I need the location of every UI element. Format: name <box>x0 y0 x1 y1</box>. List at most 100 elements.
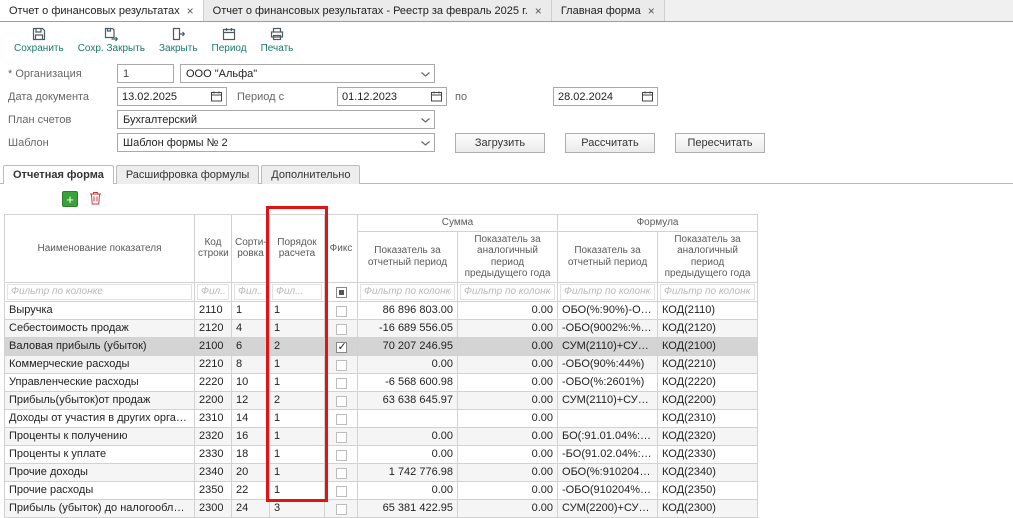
column-header-sum-previous[interactable]: Показатель за аналогичный период предыду… <box>458 231 558 282</box>
fix-checkbox[interactable] <box>336 504 347 515</box>
cell-name[interactable]: Выручка <box>5 301 195 319</box>
cell-order[interactable]: 1 <box>270 481 325 499</box>
table-row[interactable]: Валовая прибыль (убыток) 2100 6 2 70 207… <box>5 337 758 355</box>
filter-formula-previous-input[interactable] <box>660 284 755 300</box>
cell-sum-previous[interactable]: 0.00 <box>458 301 558 319</box>
cell-sort[interactable]: 18 <box>232 445 270 463</box>
cell-formula-previous[interactable]: КОД(2200) <box>658 391 758 409</box>
cell-code[interactable]: 2300 <box>195 499 232 517</box>
cell-sum-previous[interactable]: 0.00 <box>458 391 558 409</box>
delete-row-button[interactable] <box>87 191 103 207</box>
column-header-fix[interactable]: Фикс <box>325 215 358 283</box>
cell-order[interactable]: 3 <box>270 499 325 517</box>
cell-name[interactable]: Валовая прибыль (убыток) <box>5 337 195 355</box>
close-icon[interactable]: × <box>187 5 194 17</box>
cell-name[interactable]: Доходы от участия в других организаци... <box>5 409 195 427</box>
tab-formula-decoding[interactable]: Расшифровка формулы <box>116 165 259 184</box>
save-close-button[interactable]: Сохр. Закрыть <box>78 26 145 54</box>
cell-sum-previous[interactable]: 0.00 <box>458 463 558 481</box>
window-tab-registry[interactable]: Отчет о финансовых результатах - Реестр … <box>204 0 552 21</box>
filter-sum-current-input[interactable] <box>360 284 455 300</box>
cell-code[interactable]: 2340 <box>195 463 232 481</box>
window-tab-report[interactable]: Отчет о финансовых результатах × <box>0 0 204 21</box>
cell-formula-current[interactable]: -ОБО(910204%:%)-С... <box>558 481 658 499</box>
period-from-field[interactable] <box>337 87 447 106</box>
cell-code[interactable]: 2100 <box>195 337 232 355</box>
cell-code[interactable]: 2320 <box>195 427 232 445</box>
cell-formula-previous[interactable]: КОД(2220) <box>658 373 758 391</box>
cell-formula-current[interactable]: СУМ(2110)+СУМ(21... <box>558 337 658 355</box>
cell-sort[interactable]: 6 <box>232 337 270 355</box>
cell-sum-previous[interactable]: 0.00 <box>458 319 558 337</box>
filter-sum-previous-input[interactable] <box>460 284 555 300</box>
cell-formula-previous[interactable]: КОД(2110) <box>658 301 758 319</box>
cell-formula-current[interactable]: ОБО(%:910204%)+О... <box>558 463 658 481</box>
fix-checkbox[interactable] <box>336 450 347 461</box>
cell-order[interactable]: 1 <box>270 373 325 391</box>
close-icon[interactable]: × <box>648 5 655 17</box>
tab-additional[interactable]: Дополнительно <box>261 165 360 184</box>
cell-fix[interactable] <box>325 301 358 319</box>
column-header-sum-current[interactable]: Показатель за отчетный период <box>358 231 458 282</box>
table-row[interactable]: Прочие доходы 2340 20 1 1 742 776.98 0.0… <box>5 463 758 481</box>
template-select[interactable]: Шаблон формы № 2 <box>117 133 435 152</box>
tab-report-form[interactable]: Отчетная форма <box>3 165 114 184</box>
period-to-field[interactable] <box>553 87 658 106</box>
cell-order[interactable]: 1 <box>270 409 325 427</box>
cell-formula-current[interactable]: -ОБО(9002%:%)+ОБ... <box>558 319 658 337</box>
fix-checkbox[interactable] <box>336 324 347 335</box>
table-row[interactable]: Проценты к получению 2320 16 1 0.00 0.00… <box>5 427 758 445</box>
cell-formula-previous[interactable]: КОД(2350) <box>658 481 758 499</box>
cell-sum-current[interactable]: -16 689 556.05 <box>358 319 458 337</box>
cell-sum-current[interactable]: -6 568 600.98 <box>358 373 458 391</box>
fix-checkbox[interactable] <box>336 486 347 497</box>
cell-fix[interactable] <box>325 445 358 463</box>
cell-fix[interactable] <box>325 409 358 427</box>
organization-select[interactable]: ООО "Альфа" <box>180 64 435 83</box>
calculate-button[interactable]: Рассчитать <box>565 133 655 153</box>
fix-checkbox[interactable] <box>336 306 347 317</box>
column-header-sort[interactable]: Сорти-ровка <box>232 215 270 283</box>
add-row-button[interactable]: + <box>62 191 78 207</box>
calendar-icon[interactable] <box>638 90 657 103</box>
filter-code-input[interactable] <box>197 284 229 300</box>
cell-formula-previous[interactable]: КОД(2320) <box>658 427 758 445</box>
document-date-input[interactable] <box>118 91 207 103</box>
fix-checkbox[interactable] <box>336 414 347 425</box>
cell-sum-current[interactable]: 65 381 422.95 <box>358 499 458 517</box>
table-row[interactable]: Управленческие расходы 2220 10 1 -6 568 … <box>5 373 758 391</box>
cell-formula-previous[interactable]: КОД(2120) <box>658 319 758 337</box>
cell-code[interactable]: 2210 <box>195 355 232 373</box>
cell-sum-previous[interactable]: 0.00 <box>458 499 558 517</box>
cell-fix[interactable] <box>325 319 358 337</box>
cell-sum-previous[interactable]: 0.00 <box>458 427 558 445</box>
fix-checkbox[interactable] <box>336 360 347 371</box>
cell-formula-previous[interactable]: КОД(2300) <box>658 499 758 517</box>
calendar-icon[interactable] <box>427 90 446 103</box>
cell-sort[interactable]: 24 <box>232 499 270 517</box>
filter-sort-input[interactable] <box>234 284 267 300</box>
cell-sort[interactable]: 14 <box>232 409 270 427</box>
cell-code[interactable]: 2120 <box>195 319 232 337</box>
fix-checkbox[interactable] <box>336 396 347 407</box>
cell-sum-current[interactable]: 0.00 <box>358 427 458 445</box>
period-to-input[interactable] <box>554 91 638 103</box>
cell-formula-current[interactable]: -ОБО(%:2601%) <box>558 373 658 391</box>
cell-formula-current[interactable]: СУМ(2110)+СУМ(21... <box>558 391 658 409</box>
cell-sum-current[interactable]: 0.00 <box>358 355 458 373</box>
cell-name[interactable]: Прибыль(убыток)от продаж <box>5 391 195 409</box>
select-all-checkbox[interactable] <box>336 287 347 298</box>
cell-formula-previous[interactable]: КОД(2100) <box>658 337 758 355</box>
document-date-field[interactable] <box>117 87 227 106</box>
cell-name[interactable]: Управленческие расходы <box>5 373 195 391</box>
column-header-name[interactable]: Наименование показателя <box>5 215 195 283</box>
cell-sum-current[interactable] <box>358 409 458 427</box>
cell-sort[interactable]: 16 <box>232 427 270 445</box>
cell-sort[interactable]: 20 <box>232 463 270 481</box>
cell-code[interactable]: 2200 <box>195 391 232 409</box>
cell-formula-previous[interactable]: КОД(2210) <box>658 355 758 373</box>
cell-fix[interactable] <box>325 337 358 355</box>
cell-sum-previous[interactable]: 0.00 <box>458 355 558 373</box>
cell-sum-current[interactable]: 63 638 645.97 <box>358 391 458 409</box>
table-row[interactable]: Выручка 2110 1 1 86 896 803.00 0.00 ОБО(… <box>5 301 758 319</box>
